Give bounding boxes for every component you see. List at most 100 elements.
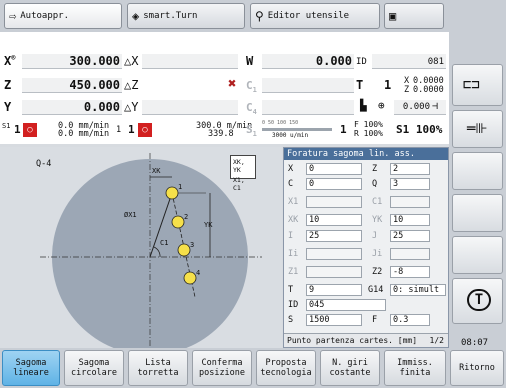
- field-g14-select[interactable]: 0: simult: [390, 284, 446, 296]
- softkey-sagoma-circolare[interactable]: Sagoma circolare: [64, 350, 124, 386]
- z-value: 450.000: [69, 78, 120, 92]
- field-yk[interactable]: 10: [390, 214, 430, 226]
- feed-4: 339.8: [208, 129, 234, 139]
- tab-save[interactable]: ▣: [384, 3, 444, 29]
- label-id: ID: [288, 300, 299, 310]
- hole-number: 4: [196, 269, 201, 277]
- field-x[interactable]: 0: [306, 163, 362, 175]
- tab-smart-turn[interactable]: ◈ smart.Turn: [127, 3, 245, 29]
- label-s: S: [288, 315, 294, 325]
- hole-number: 3: [190, 241, 195, 249]
- rpm-value: 3000 u/min: [272, 132, 309, 139]
- cycle-dialog: Foratura sagoma lin. ass. X 0 Z 2 C 0 Q …: [283, 147, 449, 348]
- c4-label: C4: [246, 101, 257, 117]
- field-f[interactable]: 0.3: [390, 314, 430, 326]
- label-xk: XK: [288, 215, 299, 225]
- status-row-feed: S1 1 ○ 0.0 mm/min 0.0 mm/min 1 1 ○ 300.0…: [0, 120, 449, 140]
- tab-label: smart.Turn: [143, 11, 198, 21]
- c1-dim-label: C1: [160, 239, 169, 247]
- label-ji: Ji: [372, 249, 383, 259]
- softkey-n-giri-costante[interactable]: N. giri costante: [320, 350, 380, 386]
- field-s[interactable]: 1500: [306, 314, 362, 326]
- label-yk: YK: [372, 215, 383, 225]
- label-c1: C1: [372, 197, 383, 207]
- position-value: 0.000: [402, 102, 430, 112]
- help-graphic: Q-4 XK, YK X1, C1 XK YK ØX1 C1 1 2 3 4: [0, 147, 282, 348]
- label-z1: Z1: [288, 267, 299, 277]
- softkey-ritorno[interactable]: Ritorno: [450, 350, 504, 386]
- bottom-softkeys: Sagoma lineare Sagoma circolare Lista to…: [0, 348, 506, 388]
- field-j[interactable]: 25: [390, 230, 430, 242]
- y-delta-label: △Y: [124, 100, 139, 114]
- t-value: 1: [384, 78, 392, 92]
- id-value: 081: [427, 57, 444, 67]
- softkey-immiss-finita[interactable]: Immiss. finita: [384, 350, 446, 386]
- label-j: J: [372, 231, 378, 241]
- save-icon: ▣: [389, 9, 397, 23]
- label-c: C: [288, 179, 294, 189]
- field-t[interactable]: 9: [306, 284, 362, 296]
- z-axis-label: Z: [4, 78, 12, 92]
- dialog-title: Foratura sagoma lin. ass.: [284, 148, 448, 160]
- status-row-x: X® 300.000 △X W 0.000 ID 081: [0, 52, 449, 72]
- x-value: 300.000: [69, 54, 120, 68]
- offset-icon: ⊣: [432, 101, 439, 112]
- z-delta-label: △Z: [124, 78, 139, 92]
- machine-view-button[interactable]: ⊏⊐: [452, 64, 503, 106]
- y-value: 0.000: [83, 100, 120, 114]
- t-key-icon: T: [467, 289, 491, 311]
- softkey-sagoma-lineare[interactable]: Sagoma lineare: [2, 350, 60, 386]
- t-label: T: [356, 78, 364, 92]
- tool-z-label: Z: [404, 85, 410, 95]
- field-z2[interactable]: -8: [390, 266, 430, 278]
- tab-autoappr[interactable]: ⇨ Autoappr.: [4, 3, 122, 29]
- status-row-y: Y 0.000 △Y C4 ▙ ⊕ 0.000 ⊣: [0, 98, 449, 118]
- softkey-lista-torretta[interactable]: Lista torretta: [128, 350, 188, 386]
- w-axis-label: W: [246, 54, 254, 68]
- field-x1[interactable]: [306, 196, 362, 208]
- field-z1[interactable]: [306, 266, 362, 278]
- hole-number: 2: [184, 213, 189, 221]
- field-ji[interactable]: [390, 248, 430, 260]
- label-x: X: [288, 164, 294, 174]
- tool-holder-button[interactable]: ═⊪: [452, 110, 503, 148]
- c1-label: C1: [246, 79, 257, 95]
- label-i: I: [288, 231, 294, 241]
- label-ii: Ii: [288, 249, 299, 259]
- tool-holder-icon: ═⊪: [467, 121, 488, 137]
- field-i[interactable]: 25: [306, 230, 362, 242]
- vertical-softkey-4[interactable]: [452, 194, 503, 232]
- rapid-override: R 100%: [354, 129, 383, 138]
- spindle-number: 1: [128, 123, 135, 136]
- arrow-right-icon: ⇨: [9, 9, 17, 23]
- softkey-conferma-posizione[interactable]: Conferma posizione: [192, 350, 252, 386]
- field-id[interactable]: 045: [306, 299, 386, 311]
- softkey-proposta-tecnologia[interactable]: Proposta tecnologia: [256, 350, 316, 386]
- field-xk[interactable]: 10: [306, 214, 362, 226]
- id-label: ID: [356, 57, 367, 67]
- label-f: F: [372, 315, 378, 325]
- spindle-stop-icon: ○: [23, 123, 37, 137]
- field-q[interactable]: 3: [390, 178, 430, 190]
- t-key-button[interactable]: T: [452, 278, 503, 324]
- gear-number: 1: [340, 123, 347, 136]
- field-c[interactable]: 0: [306, 178, 362, 190]
- label-z: Z: [372, 164, 378, 174]
- field-c1[interactable]: [390, 196, 430, 208]
- field-z[interactable]: 2: [390, 163, 430, 175]
- s-label: S1: [246, 123, 257, 139]
- dx1-dim-label: ØX1: [124, 211, 137, 219]
- vertical-softkey-3[interactable]: [452, 152, 503, 190]
- dialog-hint: Punto partenza cartes. [mm] 1/2: [284, 333, 448, 347]
- field-ii[interactable]: [306, 248, 362, 260]
- feed-override: F 100%: [354, 120, 383, 129]
- clock: 08:07: [461, 338, 489, 348]
- pattern-drawing: [40, 153, 262, 348]
- rpm-scale: 0 50 100 150: [262, 120, 299, 126]
- tab-editor-utensile[interactable]: ⚲ Editor utensile: [250, 3, 380, 29]
- xk-dim-label: XK: [152, 167, 161, 175]
- status-row-z: Z 450.000 △Z ✖ C1 T 1 X 0.0000 Z 0.0000: [0, 76, 449, 96]
- spindle-override: S1 100%: [396, 123, 443, 136]
- vertical-softkey-5[interactable]: [452, 236, 503, 274]
- s-one: 1: [116, 125, 122, 135]
